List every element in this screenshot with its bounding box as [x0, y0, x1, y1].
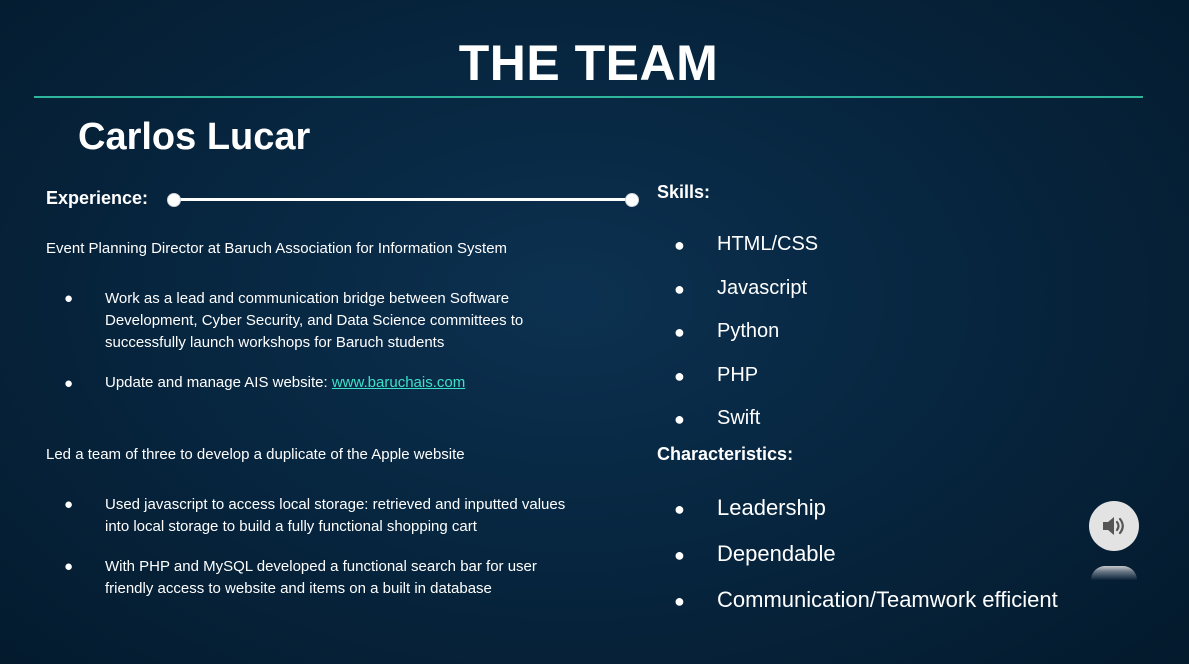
experience-slider-track[interactable] [174, 198, 632, 201]
experience-bullet: With PHP and MySQL developed a functiona… [105, 558, 537, 597]
speaker-icon [1103, 517, 1124, 535]
bullet: ● [674, 499, 685, 519]
bullet: ● [674, 322, 685, 342]
bullet: ● [64, 375, 74, 392]
experience-bullet: Update and manage AIS website: www.baruc… [105, 372, 575, 394]
member-name: Carlos Lucar [78, 116, 311, 158]
skill-item: Javascript [717, 277, 808, 299]
website-link[interactable]: www.baruchais.com [332, 374, 465, 391]
bullet: ● [64, 558, 74, 575]
skill-item: Swift [717, 407, 761, 429]
characteristic-item: Leadership [717, 495, 826, 520]
characteristic-item: Dependable [717, 541, 836, 566]
bullet: ● [64, 290, 74, 307]
title-divider [34, 96, 1143, 98]
bullet: ● [674, 591, 685, 611]
characteristics-heading: Characteristics: [657, 444, 794, 464]
role-title: Led a team of three to develop a duplica… [46, 446, 465, 463]
characteristic-item: Communication/Teamwork efficient [717, 587, 1058, 612]
bullet: ● [674, 545, 685, 565]
experience-bullet: Used javascript to access local storage:… [105, 496, 566, 535]
audio-button[interactable] [1089, 501, 1139, 551]
presenter-orb [1091, 566, 1137, 580]
bullet-text: Update and manage AIS website: [105, 374, 332, 391]
skills-heading: Skills: [657, 182, 711, 202]
bullet: ● [674, 279, 685, 299]
experience-heading: Experience: [46, 188, 149, 208]
role-title: Event Planning Director at Baruch Associ… [46, 240, 508, 257]
skill-item: PHP [717, 364, 759, 386]
bullet: ● [674, 235, 685, 255]
experience-bullet: Work as a lead and communication bridge … [105, 290, 524, 351]
slider-handle-end[interactable] [625, 193, 639, 207]
skill-item: Python [717, 320, 780, 342]
bullet: ● [674, 409, 685, 429]
bullet: ● [64, 496, 74, 513]
slide-title: THE TEAM [458, 35, 719, 91]
slider-handle-start[interactable] [167, 193, 181, 207]
bullet: ● [674, 366, 685, 386]
skill-item: HTML/CSS [717, 233, 819, 255]
